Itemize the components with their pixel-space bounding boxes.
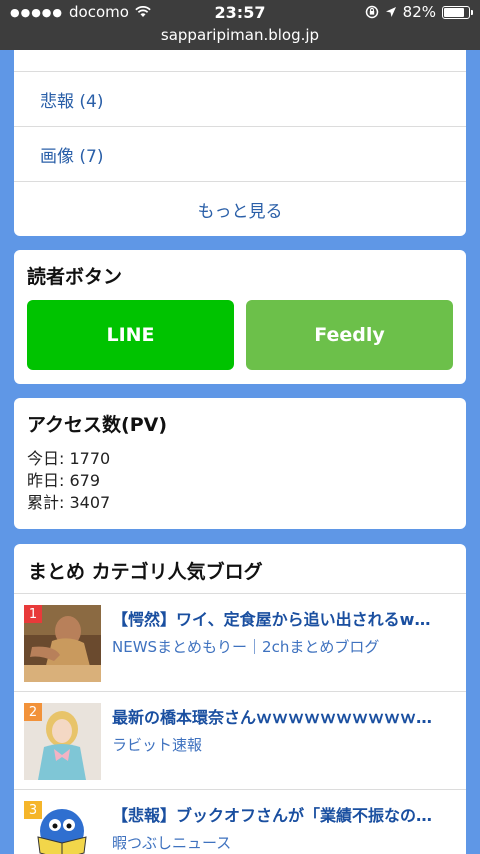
- reader-buttons-card: 読者ボタン LINE Feedly: [14, 250, 466, 384]
- category-label: 画像 (7): [40, 146, 104, 167]
- rank-badge: 1: [24, 605, 42, 623]
- reader-buttons-title: 読者ボタン: [27, 266, 123, 288]
- ranking-row[interactable]: 1 【愕然】ワイ、定食屋から追い出されるw… NEWSまとめもりー｜2chまとめ…: [14, 593, 466, 691]
- rank-badge: 2: [24, 703, 42, 721]
- feedly-follow-button[interactable]: Feedly: [246, 300, 453, 370]
- see-more-link[interactable]: もっと見る: [14, 181, 466, 236]
- ranking-row[interactable]: 3 【悲報】ブックオフさんが「業績不振なの… 暇つぶしニュース: [14, 789, 466, 854]
- pv-total: 累計: 3407: [27, 493, 111, 512]
- see-more-label: もっと見る: [197, 201, 283, 222]
- popular-blogs-title: まとめ カテゴリ人気ブログ: [28, 561, 263, 583]
- article-title[interactable]: 【愕然】ワイ、定食屋から追い出されるw…: [112, 606, 450, 630]
- rank-badge: 3: [24, 801, 42, 819]
- category-label: 悲報 (4): [40, 91, 104, 112]
- access-count-card: アクセス数(PV) 今日: 1770 昨日: 679 累計: 3407: [14, 398, 466, 529]
- article-thumbnail[interactable]: 1: [24, 605, 101, 682]
- category-item-sad-news[interactable]: 悲報 (4): [14, 71, 466, 126]
- address-bar-url[interactable]: sapparipiman.blog.jp: [0, 24, 480, 50]
- article-thumbnail[interactable]: 3: [24, 801, 101, 854]
- pv-today: 今日: 1770: [27, 449, 111, 468]
- line-follow-button[interactable]: LINE: [27, 300, 234, 370]
- pv-yesterday: 昨日: 679: [27, 471, 101, 490]
- battery-icon: [442, 5, 473, 19]
- category-list-card: 悲報 (4) 画像 (7) もっと見る: [14, 40, 466, 236]
- article-thumbnail[interactable]: 2: [24, 703, 101, 780]
- access-count-title: アクセス数(PV): [27, 414, 168, 436]
- ranking-row[interactable]: 2 最新の橋本環奈さんｗｗｗｗｗｗｗｗｗｗ… ラビット速報: [14, 691, 466, 789]
- article-source[interactable]: ラビット速報: [112, 734, 202, 755]
- popular-blogs-card: まとめ カテゴリ人気ブログ 1 【愕然】ワイ、定食屋から追い出されるw… NEW…: [14, 544, 466, 854]
- article-title[interactable]: 最新の橋本環奈さんｗｗｗｗｗｗｗｗｗｗ…: [112, 704, 450, 728]
- battery-level: [444, 7, 464, 17]
- article-source[interactable]: NEWSまとめもりー｜2chまとめブログ: [112, 636, 379, 657]
- status-bar: ●●●●● docomo 23:57 82% sapparipiman.blog…: [0, 0, 480, 50]
- article-source[interactable]: 暇つぶしニュース: [112, 832, 231, 853]
- clock: 23:57: [214, 3, 266, 22]
- category-item-images[interactable]: 画像 (7): [14, 126, 466, 181]
- article-title[interactable]: 【悲報】ブックオフさんが「業績不振なの…: [112, 802, 450, 826]
